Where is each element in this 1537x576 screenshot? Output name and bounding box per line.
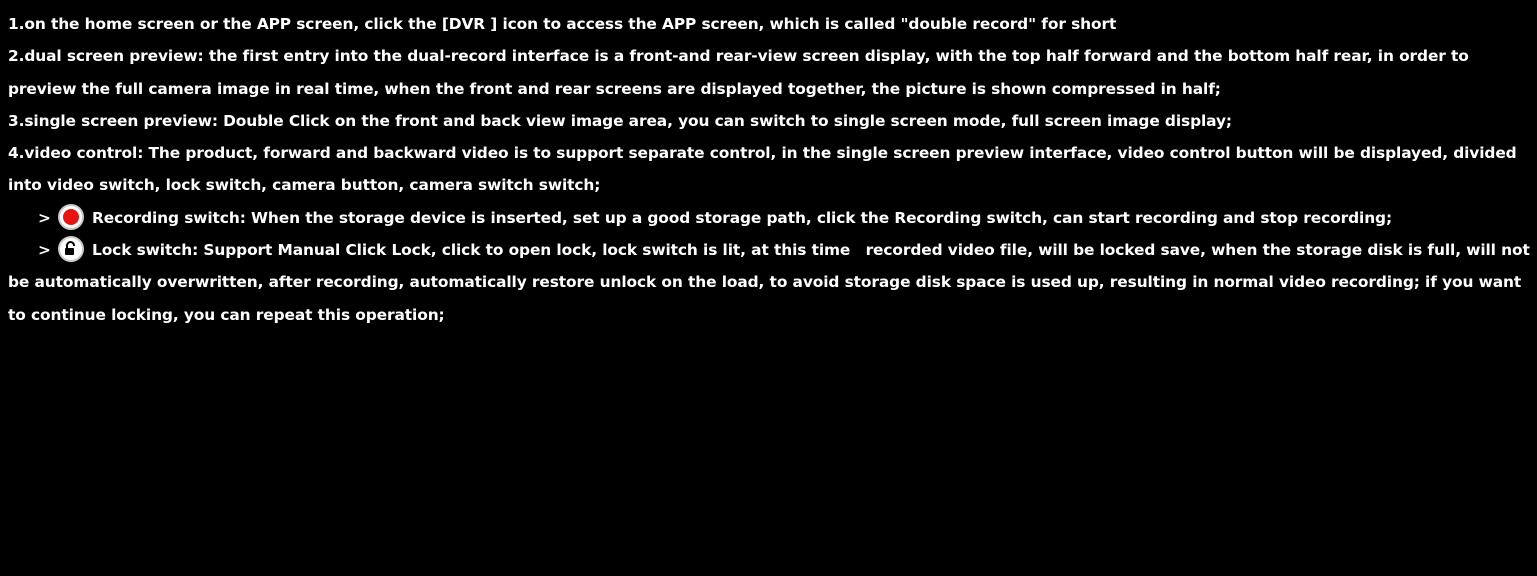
paragraph-dual-screen-preview: 2.dual screen preview: the first entry i… [8,47,1469,98]
bullet-indent [8,241,38,259]
bullet-marker: > [38,241,51,260]
bullet-recording-switch: > Recording switch: When the storage devi… [8,202,1533,234]
bullet-text: Lock switch: Support Manual Click Lock, … [8,241,1530,324]
paragraph-single-screen-preview: 3.single screen preview: Double Click on… [8,111,1232,130]
bullet-indent [8,209,38,227]
paragraph-access-app: 1.on the home screen or the APP screen, … [8,15,1117,33]
record-icon [58,203,84,230]
document-body: 1.on the home screen or the APP screen, … [8,8,1533,331]
paragraph-video-control: 4.video control: The product, forward an… [8,144,1517,195]
lock-icon [58,236,84,263]
bullet-text: Recording switch: When the storage devic… [92,208,1393,227]
bullet-marker: > [38,208,51,227]
bullet-lock-switch: > Lock switch: Support Manual Click Lock,… [8,234,1533,331]
